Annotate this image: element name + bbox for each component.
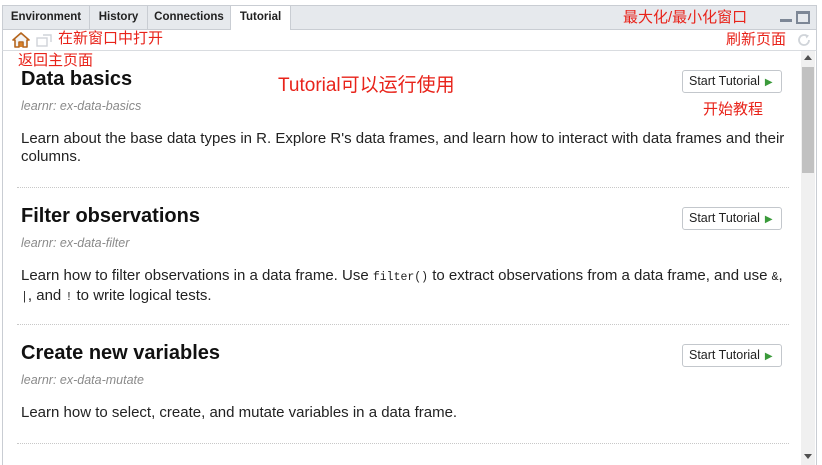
description-text: , and: [27, 287, 66, 304]
play-icon: ▶: [764, 214, 773, 225]
tab-tutorial[interactable]: Tutorial: [231, 6, 291, 31]
annotation-runnable: Tutorial可以运行使用: [278, 75, 455, 96]
tutorial-subtitle: learnr: ex-data-mutate: [21, 373, 144, 387]
scrollbar-thumb[interactable]: [802, 67, 814, 173]
code-and: &: [771, 271, 779, 284]
tutorial-title: Data basics: [21, 68, 133, 90]
description-text: ,: [778, 267, 783, 284]
annotation-start: 开始教程: [703, 101, 764, 118]
annotation-refresh: 刷新页面: [726, 31, 787, 48]
maximize-icon[interactable]: [796, 11, 810, 24]
play-icon: ▶: [764, 77, 773, 88]
start-tutorial-label: Start Tutorial: [689, 211, 760, 225]
start-tutorial-button[interactable]: Start Tutorial ▶: [682, 344, 782, 367]
start-tutorial-label: Start Tutorial: [689, 74, 760, 88]
tutorial-description: Learn how to select, create, and mutate …: [21, 404, 458, 421]
start-tutorial-button[interactable]: Start Tutorial ▶: [682, 70, 782, 93]
refresh-icon[interactable]: [796, 32, 812, 48]
annotation-maximize: 最大化/最小化窗口: [623, 9, 748, 26]
tutorial-item-data-filter: Filter observations learnr: ex-data-filt…: [17, 205, 789, 325]
start-tutorial-button[interactable]: Start Tutorial ▶: [682, 207, 782, 230]
annotation-home: 返回主页面: [18, 52, 94, 69]
description-text: Learn how to filter observations in a da…: [21, 267, 373, 284]
tutorial-title: Create new variables: [21, 342, 220, 364]
code-filter: filter(): [372, 271, 429, 284]
description-text: to write logical tests.: [72, 287, 212, 304]
start-tutorial-label: Start Tutorial: [689, 348, 760, 362]
tutorial-subtitle: learnr: ex-data-basics: [21, 99, 142, 113]
tab-connections[interactable]: Connections: [148, 6, 231, 30]
tutorial-title: Filter observations: [21, 205, 200, 227]
tutorial-description: Learn how to filter observations in a da…: [21, 267, 791, 307]
window-controls: [779, 11, 810, 25]
minimize-icon[interactable]: [779, 11, 793, 24]
description-text: to extract observations from a data fram…: [428, 267, 772, 284]
home-icon[interactable]: [12, 32, 30, 48]
divider: [17, 324, 789, 325]
tutorial-description: Learn about the base data types in R. Ex…: [21, 130, 785, 165]
divider: [17, 187, 789, 188]
vertical-scrollbar[interactable]: [801, 51, 815, 465]
tutorial-item-data-mutate: Create new variables learnr: ex-data-mut…: [17, 342, 789, 452]
play-icon: ▶: [764, 351, 773, 362]
tab-environment[interactable]: Environment: [3, 6, 90, 30]
scroll-down-icon[interactable]: [801, 449, 815, 463]
popout-icon[interactable]: [36, 34, 52, 47]
tutorial-list[interactable]: Data basics learnr: ex-data-basics Start…: [2, 51, 817, 465]
code-or: |: [21, 291, 28, 304]
scroll-up-icon[interactable]: [801, 51, 815, 65]
tab-history[interactable]: History: [90, 6, 148, 30]
tutorial-subtitle: learnr: ex-data-filter: [21, 236, 130, 250]
divider: [17, 443, 789, 444]
annotation-new-window: 在新窗口中打开: [58, 30, 164, 47]
